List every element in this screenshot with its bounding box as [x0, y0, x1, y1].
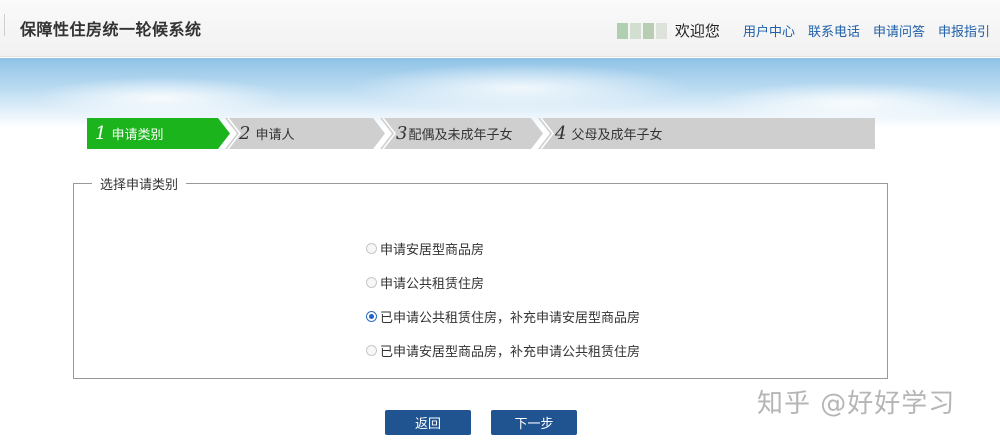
- radio-button-selected[interactable]: [366, 310, 377, 322]
- step-1: 1 申请类别: [87, 118, 230, 149]
- next-step-button[interactable]: 下一步: [491, 410, 577, 435]
- nav-user-center[interactable]: 用户中心: [743, 21, 795, 40]
- step-2: 2 申请人: [225, 118, 385, 149]
- step-label: 申请类别: [111, 128, 164, 143]
- nav-guide[interactable]: 申报指引: [938, 21, 990, 40]
- step-number: 4: [555, 123, 567, 144]
- option-label: 申请公共租赁住房: [380, 276, 485, 292]
- radio-button[interactable]: [366, 276, 377, 288]
- header-edge-divider: [4, 14, 5, 36]
- option-label: 已申请公共租赁住房，补充申请安居型商品房: [380, 310, 641, 326]
- step-3: 3 配偶及未成年子女: [380, 118, 543, 149]
- top-header: 保障性住房统一轮候系统 欢迎您 用户中心 联系电话 申请问答 申报指引: [0, 0, 1000, 57]
- nav-contact-phone[interactable]: 联系电话: [808, 21, 860, 40]
- option-public-rental[interactable]: 申请公共租赁住房: [366, 265, 640, 299]
- category-options: 申请安居型商品房 申请公共租赁住房 已申请公共租赁住房，补充申请安居型商品房 已…: [366, 231, 640, 367]
- progress-steps: 1 申请类别 2 申请人 3 配偶及未成年子女 4 父母及成年子女: [87, 118, 875, 149]
- step-label: 父母及成年子女: [571, 128, 663, 143]
- welcome-text: 欢迎您: [674, 22, 720, 40]
- option-anju-house[interactable]: 申请安居型商品房: [366, 231, 640, 265]
- option-label: 已申请安居型商品房，补充申请公共租赁住房: [380, 344, 641, 360]
- nav-faq[interactable]: 申请问答: [873, 21, 925, 40]
- radio-button[interactable]: [366, 344, 377, 356]
- option-rental-plus-anju[interactable]: 已申请公共租赁住房，补充申请安居型商品房: [366, 299, 640, 333]
- category-fieldset: 选择申请类别 申请安居型商品房 申请公共租赁住房 已申请公共租赁住房，补充申请安…: [73, 174, 888, 379]
- step-number: 2: [239, 123, 251, 144]
- step-number: 1: [95, 123, 107, 144]
- step-label: 配偶及未成年子女: [408, 128, 513, 143]
- option-label: 申请安居型商品房: [380, 242, 485, 258]
- system-title: 保障性住房统一轮候系统: [20, 20, 202, 39]
- option-anju-plus-rental[interactable]: 已申请安居型商品房，补充申请公共租赁住房: [366, 333, 640, 367]
- step-label: 申请人: [255, 128, 295, 143]
- user-area: 欢迎您 用户中心 联系电话 申请问答 申报指引: [616, 20, 990, 41]
- watermark-text: 知乎 @好好学习: [757, 389, 956, 419]
- step-number: 3: [396, 123, 408, 144]
- radio-button[interactable]: [366, 242, 377, 254]
- back-button[interactable]: 返回: [385, 410, 471, 435]
- blurred-username: [616, 22, 667, 39]
- fieldset-legend: 选择申请类别: [100, 178, 179, 193]
- step-4: 4 父母及成年子女: [538, 118, 875, 149]
